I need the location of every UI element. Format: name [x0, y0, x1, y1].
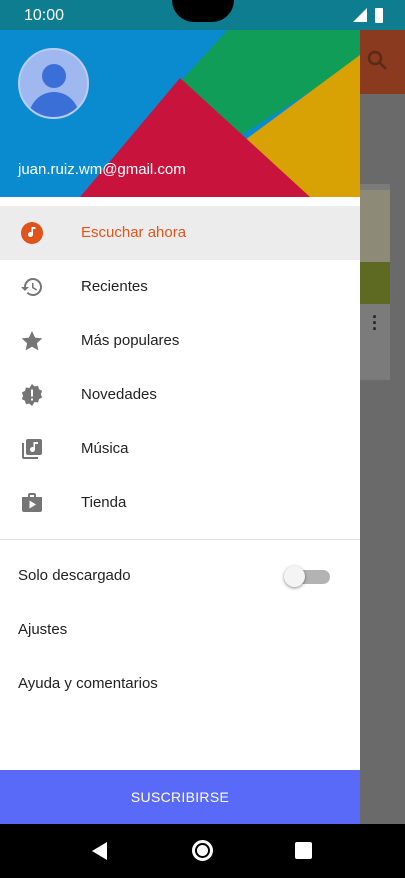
status-icons [353, 7, 383, 23]
avatar-head [42, 64, 66, 88]
avatar[interactable] [18, 48, 89, 119]
menu-item-label: Novedades [81, 386, 157, 403]
avatar-body [29, 92, 79, 117]
menu-item-label: Escuchar ahora [81, 224, 187, 241]
system-nav-bar [0, 824, 405, 878]
recents-icon[interactable] [295, 842, 312, 859]
menu-item-label: Más populares [81, 332, 180, 349]
menu-item-label: Recientes [81, 278, 148, 295]
menu-item-recientes[interactable]: Recientes [0, 260, 360, 314]
help-feedback-label: Ayuda y comentarios [18, 675, 158, 692]
menu-list: Escuchar ahora Recientes Más populares N… [0, 206, 360, 530]
navigation-drawer: juan.ruiz.wm@gmail.com Escuchar ahora Re… [0, 0, 360, 824]
menu-item-novedades[interactable]: Novedades [0, 368, 360, 422]
menu-item-escuchar-ahora[interactable]: Escuchar ahora [0, 206, 360, 260]
menu-item-label: Música [81, 440, 129, 457]
more-vert-icon: · · · [372, 307, 378, 339]
downloaded-only-toggle[interactable] [284, 566, 330, 587]
signal-icon [353, 8, 367, 22]
status-time: 10:00 [24, 7, 65, 24]
history-icon [20, 275, 44, 299]
store-icon [20, 491, 44, 515]
menu-item-tienda[interactable]: Tienda [0, 476, 360, 530]
settings-item[interactable]: Ajustes [0, 603, 360, 657]
back-icon[interactable] [92, 842, 107, 860]
downloaded-only-row[interactable]: Solo descargado [0, 549, 360, 603]
secondary-list: Solo descargado Ajustes Ayuda y comentar… [0, 549, 360, 711]
menu-item-musica[interactable]: Música [0, 422, 360, 476]
help-feedback-item[interactable]: Ayuda y comentarios [0, 657, 360, 711]
menu-item-label: Tienda [81, 494, 127, 511]
battery-icon [375, 7, 383, 23]
home-icon[interactable] [192, 840, 213, 861]
star-icon [20, 329, 44, 353]
music-note-icon [20, 221, 44, 245]
music-library-icon [20, 437, 44, 461]
menu-item-mas-populares[interactable]: Más populares [0, 314, 360, 368]
new-badge-icon [20, 383, 44, 407]
subscribe-button[interactable]: SUSCRIBIRSE [0, 770, 360, 824]
settings-label: Ajustes [18, 621, 68, 638]
toggle-thumb [284, 566, 305, 587]
divider [0, 539, 360, 540]
downloaded-only-label: Solo descargado [18, 567, 131, 584]
search-icon [367, 50, 387, 70]
account-email[interactable]: juan.ruiz.wm@gmail.com [18, 161, 186, 178]
